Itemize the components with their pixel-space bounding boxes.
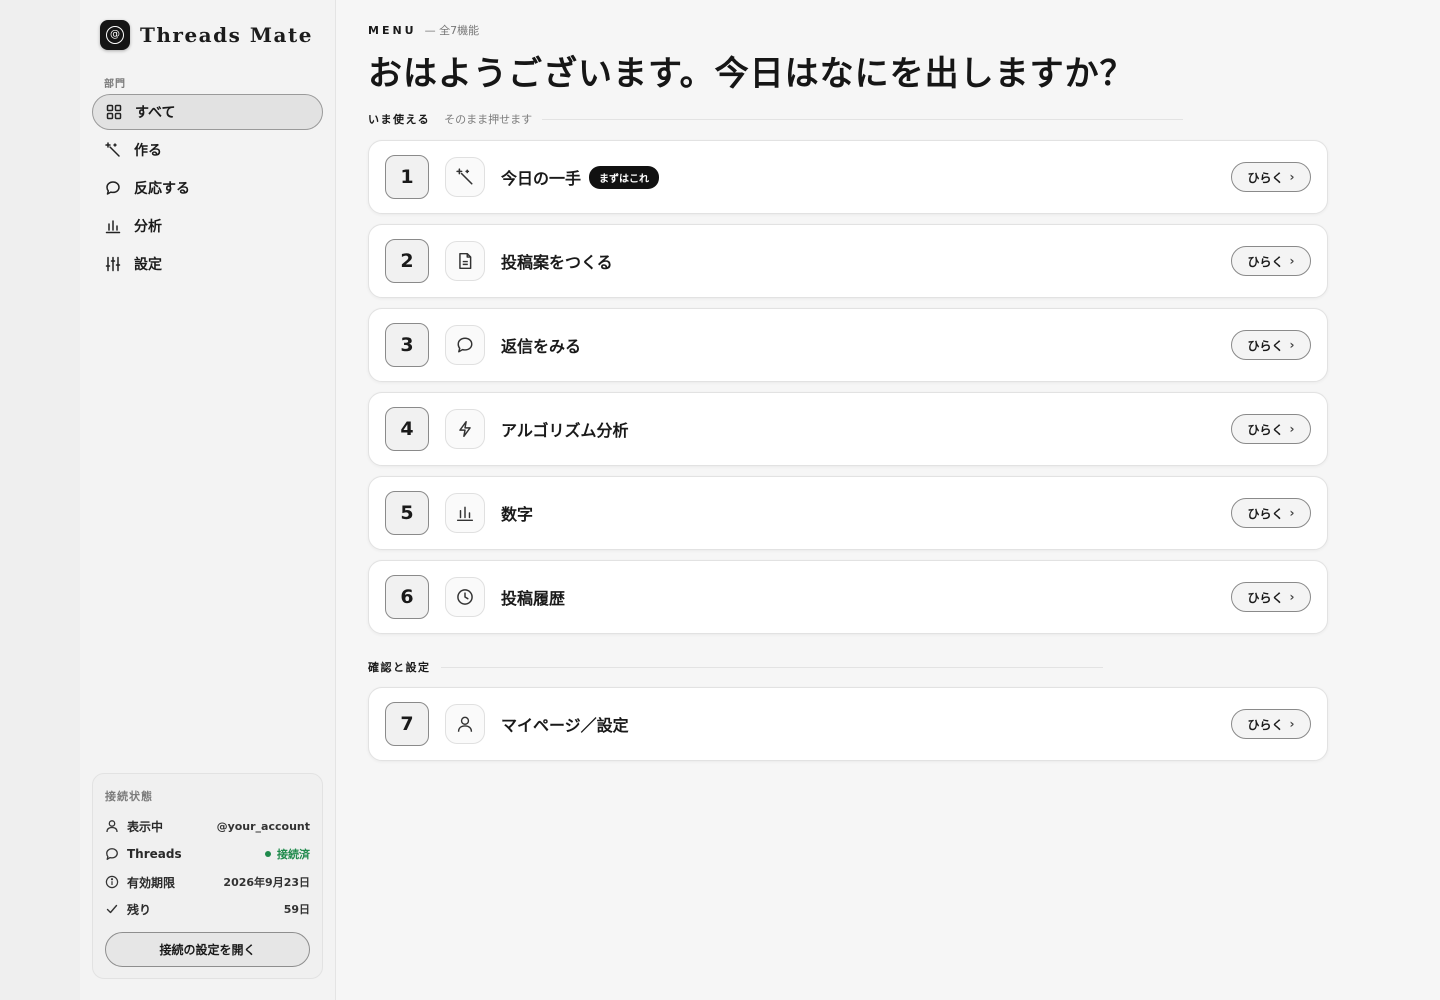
connection-status-card: 接続状態 表示中 @your_account Threads 接続済 有効期限 … (92, 773, 323, 979)
divider (542, 118, 1183, 120)
card-title: 今日の一手 (501, 169, 582, 188)
open-connection-settings-button[interactable]: 接続の設定を開く (105, 932, 310, 967)
sidebar-item-create[interactable]: 作る (92, 132, 323, 168)
main-content: MENU — 全7機能 おはようございます。今日はなにを出しますか？ いま使える… (368, 0, 1328, 1000)
menu-card-today[interactable]: 1 今日の一手 まずはこれ ひらく › (368, 140, 1328, 214)
account-handle: @your_account (216, 819, 310, 833)
bar-chart-icon (445, 493, 485, 533)
open-button[interactable]: ひらく › (1231, 330, 1311, 360)
document-icon (445, 241, 485, 281)
chat-bubble-icon (105, 847, 119, 861)
card-title: マイページ／設定 (501, 716, 629, 735)
open-button[interactable]: ひらく › (1231, 709, 1311, 739)
chevron-right-icon: › (1289, 590, 1295, 604)
sidebar-item-label: 分析 (134, 219, 162, 235)
recommend-badge: まずはこれ (589, 165, 660, 189)
open-button[interactable]: ひらく › (1231, 162, 1311, 192)
eyebrow: MENU — 全7機能 (368, 22, 479, 38)
menu-card-draft[interactable]: 2 投稿案をつくる ひらく › (368, 224, 1328, 298)
card-number: 4 (385, 407, 429, 451)
chat-bubble-icon (104, 179, 122, 197)
chat-bubble-icon (445, 325, 485, 365)
group-header-settings: 確認と設定 (368, 659, 1103, 675)
status-row-expiry: 有効期限 2026年9月23日 (105, 873, 310, 891)
sidebar-item-label: すべて (135, 105, 176, 121)
status-row-remaining: 残り 59日 (105, 900, 310, 918)
card-title: 投稿案をつくる (501, 253, 613, 272)
chevron-right-icon: › (1289, 338, 1295, 352)
sidebar-item-label: 反応する (134, 181, 190, 197)
user-icon (445, 704, 485, 744)
chevron-right-icon: › (1289, 506, 1295, 520)
chevron-right-icon: › (1289, 422, 1295, 436)
card-number: 7 (385, 702, 429, 746)
brand-name: Threads Mate (140, 23, 313, 47)
sparkle-icon (104, 141, 122, 159)
sidebar: @ Threads Mate 部門 すべて 作る 反応する 分析 設定 接続状態… (80, 0, 336, 1000)
sidebar-item-all[interactable]: すべて (92, 94, 323, 130)
menu-card-replies[interactable]: 3 返信をみる ひらく › (368, 308, 1328, 382)
chevron-right-icon: › (1289, 254, 1295, 268)
divider (440, 666, 1103, 668)
status-title: 接続状態 (105, 790, 153, 803)
card-number: 6 (385, 575, 429, 619)
menu-card-algorithm[interactable]: 4 アルゴリズム分析 ひらく › (368, 392, 1328, 466)
sidebar-item-analyze[interactable]: 分析 (92, 208, 323, 244)
status-row-account: 表示中 @your_account (105, 817, 310, 835)
brand[interactable]: @ Threads Mate (100, 20, 313, 50)
page-title: おはようございます。今日はなにを出しますか？ (368, 54, 1135, 94)
card-title: アルゴリズム分析 (501, 421, 629, 440)
left-gutter (0, 0, 80, 1000)
status-badge: 接続済 (265, 846, 310, 862)
status-dot (265, 851, 271, 857)
group-header-available: いま使える そのまま押せます (368, 111, 1183, 127)
sliders-icon (104, 255, 122, 273)
open-button[interactable]: ひらく › (1231, 246, 1311, 276)
eyebrow-menu-label: MENU (368, 23, 417, 37)
chevron-right-icon: › (1289, 717, 1295, 731)
card-title: 返信をみる (501, 337, 582, 356)
menu-card-history[interactable]: 6 投稿履歴 ひらく › (368, 560, 1328, 634)
sidebar-item-label: 作る (134, 143, 162, 159)
card-title: 投稿履歴 (501, 589, 566, 608)
card-number: 3 (385, 323, 429, 367)
sidebar-nav: すべて 作る 反応する 分析 設定 (92, 94, 323, 284)
clock-icon (445, 577, 485, 617)
card-number: 5 (385, 491, 429, 535)
menu-card-numbers[interactable]: 5 数字 ひらく › (368, 476, 1328, 550)
sidebar-item-respond[interactable]: 反応する (92, 170, 323, 206)
grid-icon (105, 103, 123, 121)
threads-logo-icon: @ (100, 20, 130, 50)
card-title: 数字 (501, 505, 534, 524)
card-number: 1 (385, 155, 429, 199)
open-button[interactable]: ひらく › (1231, 582, 1311, 612)
status-row-threads: Threads 接続済 (105, 845, 310, 863)
card-number: 2 (385, 239, 429, 283)
sparkle-icon (445, 157, 485, 197)
sidebar-section-label: 部門 (104, 79, 126, 90)
open-button[interactable]: ひらく › (1231, 498, 1311, 528)
chevron-right-icon: › (1289, 170, 1295, 184)
sidebar-item-label: 設定 (134, 257, 162, 273)
menu-card-mypage[interactable]: 7 マイページ／設定 ひらく › (368, 687, 1328, 761)
bar-chart-icon (104, 217, 122, 235)
info-icon (105, 875, 119, 889)
lightning-icon (445, 409, 485, 449)
feature-count: — 全7機能 (424, 24, 480, 37)
check-icon (105, 902, 119, 916)
open-button[interactable]: ひらく › (1231, 414, 1311, 444)
user-icon (105, 819, 119, 833)
sidebar-item-settings[interactable]: 設定 (92, 246, 323, 282)
